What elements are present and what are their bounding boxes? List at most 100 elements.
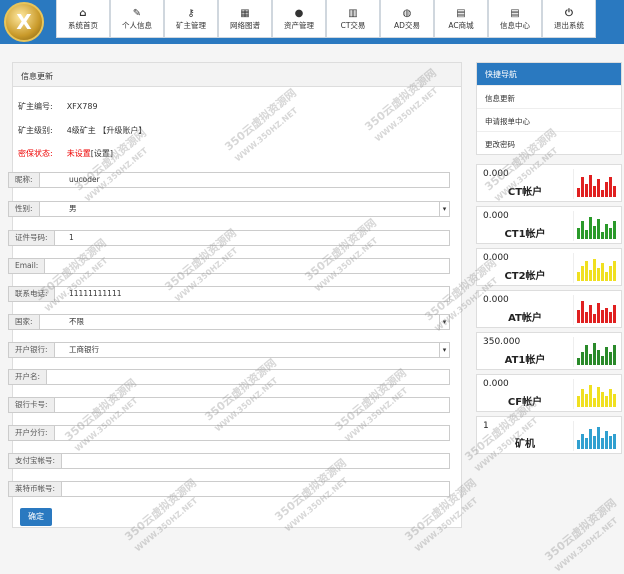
mini-bar	[577, 272, 580, 281]
mini-bar	[609, 228, 612, 239]
nav-item-8[interactable]: ▤ 信息中心	[488, 0, 542, 38]
nav-item-7[interactable]: ▤ AC商城	[434, 0, 488, 38]
mini-bar	[613, 261, 616, 281]
form-field-10[interactable]: 支付宝帐号:	[8, 453, 450, 469]
card-divider	[573, 295, 574, 325]
form-field-9[interactable]: 开户分行:	[8, 425, 450, 441]
field-label: 联系电话:	[9, 287, 55, 301]
field-label: 性别:	[9, 202, 40, 216]
mini-bar	[577, 396, 580, 407]
account-card-2[interactable]: 0.000 CT2帐户	[476, 248, 622, 286]
nav-label: AD交易	[394, 21, 420, 30]
nav-item-6[interactable]: ◍ AD交易	[380, 0, 434, 38]
account-balance: 0.000	[483, 253, 509, 263]
nav-item-2[interactable]: ⚷ 矿主管理	[164, 0, 218, 38]
form-field-11[interactable]: 莱特币帐号:	[8, 481, 450, 497]
account-card-5[interactable]: 0.000 CF帐户	[476, 374, 622, 412]
quick-nav-item-0[interactable]: 信息更新	[477, 85, 621, 108]
mini-bar	[585, 184, 588, 197]
nav-item-9[interactable]: ⏻ 退出系统	[542, 0, 596, 38]
nav-label: 系统首页	[68, 21, 98, 30]
account-balance: 0.000	[483, 379, 509, 389]
form-field-4[interactable]: 联系电话: 11111111111	[8, 286, 450, 302]
account-name: AT帐户	[508, 313, 542, 324]
field-label: 银行卡号:	[9, 398, 55, 412]
field-value[interactable]: 男	[69, 202, 77, 216]
info-row-id: 矿主编号: XFX789	[18, 101, 98, 112]
account-name: CF帐户	[507, 397, 543, 408]
secret-set-link[interactable]: [设置]	[91, 149, 113, 158]
field-value[interactable]: uucoder	[69, 173, 100, 187]
account-card-3[interactable]: 0.000 AT帐户	[476, 290, 622, 328]
form-field-1[interactable]: 性别: 男 ▾	[8, 201, 450, 217]
mini-bar	[585, 230, 588, 239]
field-value[interactable]: 11111111111	[69, 287, 122, 301]
mini-bar	[613, 345, 616, 365]
quick-nav-item-1[interactable]: 申请报单中心	[477, 108, 621, 131]
field-label: 国家:	[9, 315, 40, 329]
mini-bar	[609, 436, 612, 449]
nav-item-0[interactable]: ⌂ 系统首页	[56, 0, 110, 38]
field-value[interactable]: 工商银行	[69, 343, 99, 357]
mini-bar	[593, 186, 596, 197]
field-value[interactable]: 不限	[69, 315, 84, 329]
nav-label: 退出系统	[554, 21, 584, 30]
panel-title: 信息更新	[13, 63, 461, 87]
bar-chart-icon	[577, 299, 617, 323]
form-field-5[interactable]: 国家: 不限 ▾	[8, 314, 450, 330]
chevron-down-icon[interactable]: ▾	[439, 202, 449, 216]
form-field-3[interactable]: Email:	[8, 258, 450, 274]
form-field-8[interactable]: 银行卡号:	[8, 397, 450, 413]
level-value[interactable]: 4级矿主 【升级账户】	[67, 126, 147, 135]
card-divider	[573, 379, 574, 409]
mini-bar	[605, 347, 608, 365]
nav-item-1[interactable]: ✎ 个人信息	[110, 0, 164, 38]
site-logo[interactable]: X	[4, 2, 44, 42]
mini-bar	[605, 224, 608, 239]
mini-bar	[593, 314, 596, 323]
quick-nav-item-2[interactable]: 更改密码	[477, 131, 621, 154]
mini-bar	[597, 303, 600, 323]
field-value[interactable]: 1	[69, 231, 74, 245]
form-field-7[interactable]: 开户名:	[8, 369, 450, 385]
mini-bar	[601, 438, 604, 449]
chevron-down-icon[interactable]: ▾	[439, 315, 449, 329]
watermark: 350云虚拟资源网 WWW.350HZ.NET	[542, 496, 620, 574]
id-value: XFX789	[66, 102, 98, 111]
mini-bar	[581, 177, 584, 197]
mini-bar	[597, 427, 600, 449]
top-header: X ⌂ 系统首页 ✎ 个人信息 ⚷ 矿主管理 ▦ 网络图谱 ● 资产管理 ▥ CT交易 ◍ AD交易 ▤ AC…	[0, 0, 624, 44]
field-label: 莱特币帐号:	[9, 482, 63, 496]
account-card-4[interactable]: 350.000 AT1帐户	[476, 332, 622, 370]
account-card-6[interactable]: 1 矿机	[476, 416, 622, 454]
mini-bar	[613, 186, 616, 197]
account-card-1[interactable]: 0.000 CT1帐户	[476, 206, 622, 244]
bar-chart-icon	[577, 257, 617, 281]
calendar-icon: ▤	[456, 8, 466, 19]
mini-bar	[589, 354, 592, 365]
mini-bar	[597, 179, 600, 197]
mini-bar	[577, 440, 580, 449]
chevron-down-icon[interactable]: ▾	[439, 343, 449, 357]
mini-bar	[577, 310, 580, 323]
nav-item-3[interactable]: ▦ 网络图谱	[218, 0, 272, 38]
account-balance: 0.000	[483, 295, 509, 305]
nav-item-4[interactable]: ● 资产管理	[272, 0, 326, 38]
form-field-6[interactable]: 开户银行: 工商银行 ▾	[8, 342, 450, 358]
account-card-0[interactable]: 0.000 CT帐户	[476, 164, 622, 202]
nav-item-5[interactable]: ▥ CT交易	[326, 0, 380, 38]
confirm-button[interactable]: 确定	[20, 508, 52, 526]
form-field-2[interactable]: 证件号码: 1	[8, 230, 450, 246]
card-divider	[573, 421, 574, 451]
mini-bar	[581, 352, 584, 365]
form-field-0[interactable]: 昵称: uucoder	[8, 172, 450, 188]
mini-bar	[589, 217, 592, 239]
mini-bar	[605, 308, 608, 323]
mini-bar	[609, 352, 612, 365]
key-icon: ⚷	[187, 8, 195, 19]
bar-chart-icon: ▥	[348, 8, 358, 19]
mini-bar	[581, 389, 584, 407]
card-divider	[573, 169, 574, 199]
id-label: 矿主编号:	[18, 102, 53, 111]
mini-bar	[593, 436, 596, 449]
